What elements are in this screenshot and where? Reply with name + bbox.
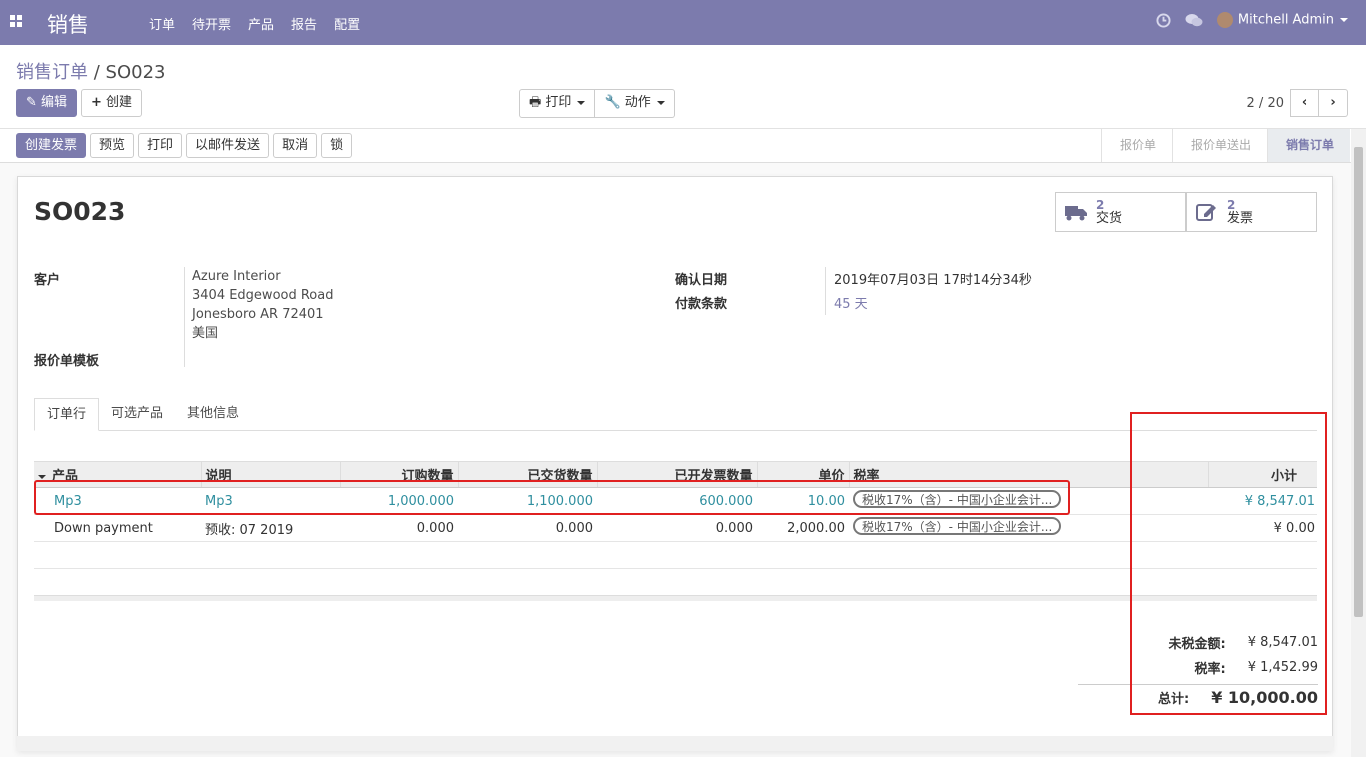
truck-icon [1065,206,1087,221]
main-menu: 订单 待开票 产品 报告 配置 [149,14,377,33]
cell-description: 预收: 07 2019 [201,514,340,542]
chevron-right-icon: › [1330,95,1336,110]
menu-orders[interactable]: 订单 [149,14,175,33]
lock-button[interactable]: 锁 [321,133,353,158]
status-bar: 创建发票 预览 打印 以邮件发送 取消 锁 报价单 报价单送出 销售订单 [0,129,1366,163]
printer-icon: 🖶 [529,95,542,110]
cell-delivered-qty: 0.000 [458,514,597,542]
pager-prev-button[interactable]: ‹ [1290,89,1319,117]
breadcrumb-parent[interactable]: 销售订单 [16,62,88,83]
menu-to-invoice[interactable]: 待开票 [192,14,231,33]
tab-other-info[interactable]: 其他信息 [175,398,251,431]
vertical-scrollbar[interactable] [1351,129,1366,757]
customer-street: 3404 Edgewood Road [192,288,334,303]
chevron-down-icon [656,100,665,105]
top-navbar: 销售 订单 待开票 产品 报告 配置 Mitchell Admin [0,0,1366,45]
edit-button[interactable]: ✎ 编辑 [16,89,78,117]
pager-next-button[interactable]: › [1319,89,1348,117]
chevron-left-icon: ‹ [1301,95,1308,110]
breadcrumb-current: SO023 [105,62,166,83]
create-label: 创建 [106,95,133,110]
pager-value[interactable]: 2 / 20 [1247,96,1284,111]
action-dropdown[interactable]: 🔧 动作 [595,89,675,118]
customer-country: 美国 [192,326,219,341]
edit-label: 编辑 [41,95,68,110]
print-dropdown[interactable]: 🖶 打印 [519,89,596,118]
pager: 2 / 20 ‹ › [1247,89,1348,117]
template-label: 报价单模板 [34,354,100,369]
notebook-tabs: 订单行 可选产品 其他信息 [34,398,1317,431]
cancel-button[interactable]: 取消 [273,133,318,158]
cell-product: Down payment [34,514,201,542]
table-row[interactable]: Down payment 预收: 07 2019 0.000 0.000 0.0… [34,514,1317,542]
menu-reports[interactable]: 报告 [291,14,317,33]
customer-city: Jonesboro AR 72401 [192,307,324,322]
stage-sales-order[interactable]: 销售订单 [1266,129,1350,162]
avatar [1216,12,1233,28]
stage-quotation-sent[interactable]: 报价单送出 [1171,129,1267,162]
confirm-date-label: 确认日期 [675,273,728,288]
preview-button[interactable]: 预览 [90,133,135,158]
action-label: 动作 [624,95,651,110]
annotation-box-totals [1130,412,1327,715]
delivery-smart-button[interactable]: 2 交货 [1055,192,1186,232]
customer-label: 客户 [34,273,61,288]
nav-right: Mitchell Admin [1156,12,1348,28]
breadcrumb: 销售订单 / SO023 [16,58,166,84]
tab-order-lines[interactable]: 订单行 [34,398,100,431]
customer-address[interactable]: Azure Interior 3404 Edgewood Road Jonesb… [192,267,333,343]
menu-config[interactable]: 配置 [334,14,360,33]
tax-tag: 税收17%（含）- 中国小企业会计... [853,517,1062,535]
invoice-count: 2 [1227,197,1236,212]
chevron-down-icon [577,100,586,105]
record-title: SO023 [34,197,126,226]
print-button[interactable]: 打印 [138,133,183,158]
pencil-square-icon [1196,204,1216,221]
stage-quotation[interactable]: 报价单 [1100,129,1172,162]
status-actions: 创建发票 预览 打印 以邮件发送 取消 锁 [16,133,353,158]
cell-ordered-qty: 0.000 [340,514,458,542]
invoice-smart-button[interactable]: 2 发票 [1186,192,1317,232]
cell-unit-price: 2,000.00 [757,514,849,542]
delivery-count: 2 [1096,197,1105,212]
status-stages: 报价单 报价单送出 销售订单 [1100,129,1350,162]
payment-terms-value[interactable]: 45 天 [834,293,868,312]
control-panel: 销售订单 / SO023 ✎ 编辑 + 创建 🖶 打印 🔧 动作 2 / 20 … [0,45,1366,129]
annotation-box-line [34,480,1070,515]
chevron-down-icon [1340,18,1348,22]
invoice-label: 发票 [1227,210,1254,226]
create-button[interactable]: + 创建 [81,89,143,117]
print-label: 打印 [545,95,572,110]
sort-caret-icon [38,474,46,479]
user-name: Mitchell Admin [1237,12,1334,28]
clock-icon[interactable] [1156,12,1171,28]
chat-icon[interactable] [1185,13,1203,28]
cell-invoiced-qty: 0.000 [597,514,757,542]
user-menu[interactable]: Mitchell Admin [1216,12,1348,28]
pencil-icon: ✎ [26,95,37,110]
customer-name: Azure Interior [192,269,281,284]
horizontal-scrollbar[interactable] [17,736,1333,751]
tab-optional-products[interactable]: 可选产品 [99,398,175,431]
action-dropdowns: 🖶 打印 🔧 动作 [519,89,675,118]
confirm-date-value: 2019年07月03日 17时14分34秒 [834,273,1032,288]
scrollbar-thumb[interactable] [1354,147,1363,617]
payment-terms-label: 付款条款 [675,297,728,312]
field-separator [825,267,826,315]
create-invoice-button[interactable]: 创建发票 [16,133,87,158]
delivery-label: 交货 [1096,210,1123,226]
empty-row [34,541,1317,569]
empty-row [34,568,1317,596]
menu-products[interactable]: 产品 [248,14,274,33]
field-separator [184,267,185,367]
table-footer [34,595,1317,601]
wrench-icon: 🔧 [604,95,621,110]
apps-grid-icon[interactable] [10,15,24,29]
app-brand[interactable]: 销售 [47,9,89,39]
send-email-button[interactable]: 以邮件发送 [186,133,270,158]
plus-icon: + [91,95,102,110]
breadcrumb-separator: / [93,62,100,83]
